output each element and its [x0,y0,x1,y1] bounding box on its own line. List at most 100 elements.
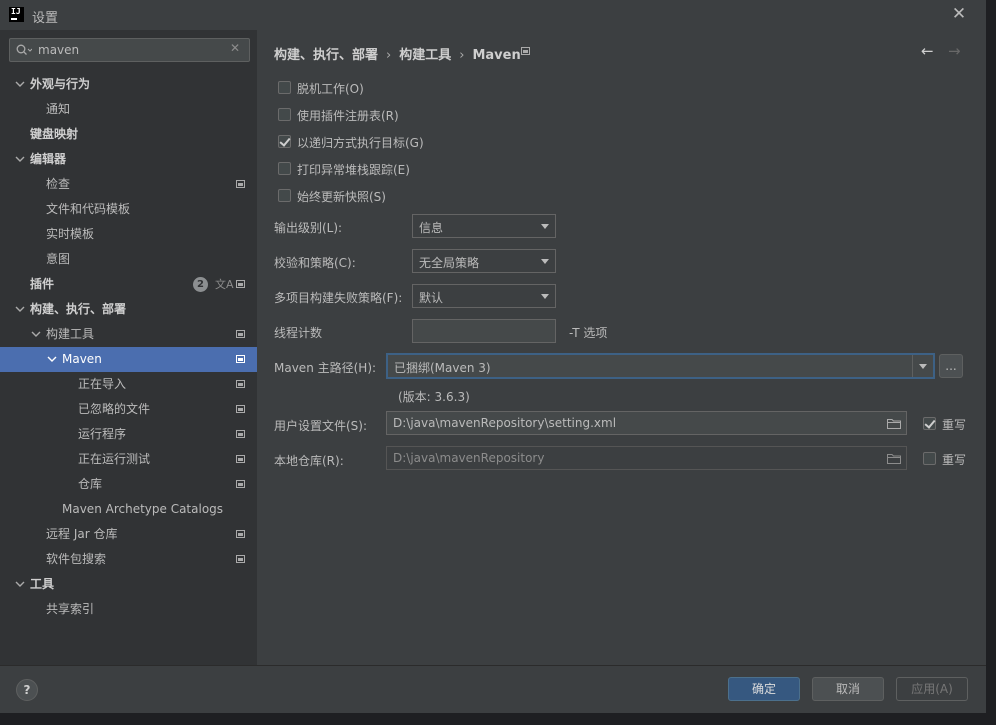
settings-sidebar: ✕ 外观与行为通知键盘映射编辑器检查文件和代码模板实时模板意图插件 2 文A 构建、执… [0,30,257,665]
search-box[interactable]: ✕ [9,38,250,62]
local-repo-label: 本地仓库(R): [274,454,344,468]
tree-item-label: 已忽略的文件 [78,402,151,416]
tree-item[interactable]: 仓库 [0,472,257,497]
tree-item-label: 正在运行测试 [78,452,151,466]
checksum-policy-select[interactable]: 无全局策略 [412,249,556,273]
search-input[interactable] [38,42,223,58]
tree-item[interactable]: 构建工具 [0,322,257,347]
maven-settings-panel: 构建、执行、部署 › 构建工具 › Maven ← → 脱机工作(O) 使用插件注册表(… [257,30,986,665]
offline-checkbox[interactable] [278,81,291,94]
chevron-down-icon[interactable] [46,347,58,372]
title-bar: IJ 设置 ✕ [0,0,986,30]
tree-item-label: 构建、执行、部署 [30,302,127,316]
chevron-down-icon[interactable] [14,297,26,322]
chevron-down-icon[interactable] [14,572,26,597]
back-arrow-icon[interactable]: ← [921,42,934,60]
cancel-button[interactable]: 取消 [812,677,884,701]
project-scope-icon [236,405,245,413]
apply-button[interactable]: 应用(A) [896,677,968,701]
tree-item-label: 构建工具 [46,327,95,341]
chevron-down-icon[interactable] [30,322,42,347]
search-icon [16,44,32,55]
tree-item[interactable]: 检查 [0,172,257,197]
tree-item-label: 检查 [46,177,71,191]
tree-item[interactable]: 运行程序 [0,422,257,447]
tree-item[interactable]: 意图 [0,247,257,272]
local-repo-override-checkbox[interactable] [923,452,936,465]
local-repo-override-label: 重写 [942,453,967,467]
maven-home-browse-button[interactable]: ... [939,354,963,378]
tree-item-label: 通知 [46,102,71,116]
user-settings-path-field[interactable]: D:\java\mavenRepository\setting.xml [386,411,907,435]
tree-item[interactable]: 已忽略的文件 [0,397,257,422]
tree-item-label: 实时模板 [46,227,95,241]
folder-icon[interactable] [887,418,901,429]
offline-label: 脱机工作(O) [297,82,364,96]
breadcrumb: 构建、执行、部署 › 构建工具 › Maven [274,48,521,63]
update-snapshots-checkbox[interactable] [278,189,291,202]
translate-icon: 文A [215,278,234,291]
project-scope-icon [236,530,245,538]
output-level-select[interactable]: 信息 [412,214,556,238]
tree-item-label: 运行程序 [78,427,127,441]
tree-item[interactable]: 外观与行为 [0,72,257,97]
tree-item[interactable]: 编辑器 [0,147,257,172]
forward-arrow-icon[interactable]: → [948,42,961,60]
chevron-down-icon [541,224,549,229]
plugin-registry-checkbox[interactable] [278,108,291,121]
project-scope-icon [236,430,245,438]
tree-item-label: 文件和代码模板 [46,202,131,216]
tree-item[interactable]: 工具 [0,572,257,597]
tree-item[interactable]: Maven [0,347,257,372]
dialog-footer: ? 确定 取消 应用(A) [0,665,986,713]
output-level-label: 输出级别(L): [274,221,343,235]
tree-item-label: 键盘映射 [30,127,79,141]
breadcrumb-item[interactable]: 构建工具 [399,48,451,63]
maven-home-select[interactable]: 已捆绑(Maven 3) [386,353,935,379]
breadcrumb-item: Maven [472,48,521,63]
help-button[interactable]: ? [16,679,38,701]
tree-item-label: 软件包搜索 [46,552,107,566]
close-icon[interactable]: ✕ [950,5,968,23]
tree-item[interactable]: 构建、执行、部署 [0,297,257,322]
tree-item[interactable]: 软件包搜索 [0,547,257,572]
intellij-logo-icon: IJ [9,7,24,22]
project-scope-icon [236,180,245,188]
tree-item[interactable]: 远程 Jar 仓库 [0,522,257,547]
maven-version-text: (版本: 3.6.3) [398,390,470,404]
tree-item[interactable]: 实时模板 [0,222,257,247]
project-scope-icon [236,330,245,338]
clear-search-icon[interactable]: ✕ [230,41,240,55]
tree-item[interactable]: 正在运行测试 [0,447,257,472]
tree-item-label: 远程 Jar 仓库 [46,527,118,541]
tree-item[interactable]: 键盘映射 [0,122,257,147]
tree-item[interactable]: 插件 2 文A [0,272,257,297]
chevron-down-icon[interactable] [14,72,26,97]
print-stacktrace-checkbox[interactable] [278,162,291,175]
user-settings-override-label: 重写 [942,418,967,432]
project-scope-icon [521,47,530,55]
settings-dialog: IJ 设置 ✕ ✕ 外观与行为通知键盘映射编辑器检查文件和代码模板实时模板意图插… [0,0,987,713]
tree-item[interactable]: Maven Archetype Catalogs [0,497,257,522]
tree-item-label: 工具 [30,577,55,591]
print-stacktrace-label: 打印异常堆栈跟踪(E) [297,163,410,177]
project-scope-icon [236,355,245,363]
tree-item[interactable]: 正在导入 [0,372,257,397]
user-settings-override-checkbox[interactable] [923,417,936,430]
thread-count-input[interactable] [412,319,556,343]
tree-item[interactable]: 共享索引 [0,597,257,622]
project-scope-icon [236,555,245,563]
tree-item[interactable]: 通知 [0,97,257,122]
user-settings-label: 用户设置文件(S): [274,419,368,433]
tree-item-label: 仓库 [78,477,103,491]
recursive-goals-checkbox[interactable] [278,135,291,148]
folder-icon[interactable] [887,453,901,464]
tree-item[interactable]: 文件和代码模板 [0,197,257,222]
failure-policy-select[interactable]: 默认 [412,284,556,308]
breadcrumb-item[interactable]: 构建、执行、部署 [274,48,378,63]
ok-button[interactable]: 确定 [728,677,800,701]
maven-home-label: Maven 主路径(H): [274,361,377,375]
local-repo-path-field[interactable]: D:\java\mavenRepository [386,446,907,470]
window-shadow [0,713,996,725]
chevron-down-icon[interactable] [14,147,26,172]
